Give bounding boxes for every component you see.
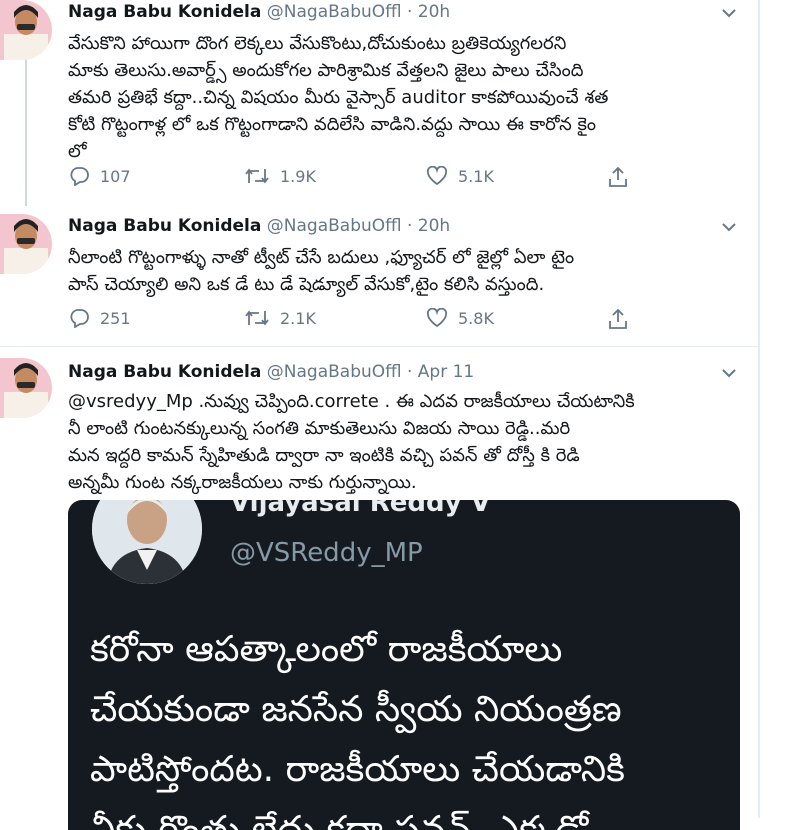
reply-icon (68, 166, 90, 186)
author-handle[interactable]: @NagaBabuOffl (267, 362, 402, 382)
author-name[interactable]: Naga Babu Konidela (68, 216, 261, 236)
embedded-text-line: కరోనా ఆపత్కాలంలో రాజకీయాలు (90, 629, 563, 670)
tweet-actions: 251 2.1K 5.8K (68, 308, 648, 332)
retweet-count: 1.9K (280, 166, 316, 186)
author-name[interactable]: Naga Babu Konidela (68, 2, 261, 22)
separator-dot: · (406, 216, 413, 236)
retweet-icon (244, 166, 270, 186)
text-line: నీలాంటి గొట్టంగాళ్ళు నాతో ట్వీట్ చేసే బద… (68, 247, 575, 268)
chevron-down-icon[interactable] (722, 220, 736, 236)
text-line: తమరి ప్రతిభే కద్దా..చిన్న విషయం మీరు వైస… (68, 87, 609, 108)
tweet-actions: 107 1.9K 5.1K (68, 166, 648, 190)
timeline-border (758, 0, 760, 818)
retweet-button[interactable]: 2.1K (244, 308, 316, 328)
text-line: వేసుకొని హాయిగా దొంగ లెక్కలు వేసుకొంటు,ద… (68, 33, 567, 54)
text-line: మన ఇద్దరి కామన్ స్నేహితుడి ద్వారా నా ఇంట… (68, 445, 580, 466)
tweet-header: Naga Babu Konidela @NagaBabuOffl · Apr 1… (68, 362, 474, 382)
tweet-time[interactable]: 20h (418, 216, 450, 236)
author-handle[interactable]: @NagaBabuOffl (267, 216, 402, 236)
reply-button[interactable]: 107 (68, 166, 131, 186)
like-count: 5.8K (458, 308, 494, 328)
text-line: మాకు తెలుసు.అవార్డ్స్ అందుకోగల పారిశ్రామ… (68, 60, 584, 81)
like-button[interactable]: 5.8K (426, 308, 494, 328)
thread-line (25, 60, 27, 206)
embedded-author-handle: @VSReddy_MP (230, 538, 423, 568)
tweet-text: వేసుకొని హాయిగా దొంగ లెక్కలు వేసుకొంటు,ద… (68, 30, 748, 165)
embedded-avatar (92, 500, 202, 584)
text-line: పాస్ చెయ్యాలి అని ఒక డే టు డే షెడ్యూల్ వ… (68, 274, 545, 295)
like-icon (426, 308, 448, 328)
chevron-down-icon[interactable] (722, 6, 736, 22)
like-count: 5.1K (458, 166, 494, 186)
tweet-header: Naga Babu Konidela @NagaBabuOffl · 20h (68, 2, 450, 22)
separator-dot: · (406, 2, 413, 22)
avatar[interactable] (0, 358, 52, 418)
author-handle[interactable]: @NagaBabuOffl (267, 2, 402, 22)
reply-icon (68, 308, 90, 328)
share-button[interactable] (608, 308, 628, 330)
like-button[interactable]: 5.1K (426, 166, 494, 186)
tweet-2[interactable]: Naga Babu Konidela @NagaBabuOffl · 20h న… (0, 214, 760, 344)
tweet-text: @vsredyy_Mp .నువ్వు చెప్పింది.correte . … (68, 388, 748, 496)
retweet-count: 2.1K (280, 308, 316, 328)
embedded-text-line: చేయకుండా జనసేన స్వీయ నియంత్రణ (90, 689, 622, 730)
embedded-tweet-image[interactable]: Vijayasai Reddy V @VSReddy_MP కరోనా ఆపత్… (68, 500, 740, 830)
reply-button[interactable]: 251 (68, 308, 131, 328)
text-line: కోటి గొట్టంగాళ్ల లో ఒక గొట్టంగాడాని వదిల… (68, 114, 597, 135)
tweet-time[interactable]: Apr 11 (418, 362, 474, 382)
share-icon (608, 166, 628, 188)
avatar[interactable] (0, 214, 52, 274)
embedded-text-line: పాటిస్తోందట. రాజకీయాలు చేయడానికి (90, 749, 625, 790)
tweet-time[interactable]: 20h (418, 2, 450, 22)
chevron-down-icon[interactable] (722, 366, 736, 382)
text-line: అన్నమీ గుంట నక్కరాజకీయలు నాకు గుర్తున్నా… (68, 472, 417, 493)
reply-count: 107 (100, 166, 131, 186)
text-line: లో (68, 141, 87, 162)
author-name[interactable]: Naga Babu Konidela (68, 362, 261, 382)
separator-dot: · (406, 362, 413, 382)
retweet-icon (244, 308, 270, 328)
embedded-tweet-text: కరోనా ఆపత్కాలంలో రాజకీయాలు చేయకుండా జనసే… (90, 620, 740, 830)
embedded-text-line: నీకు గొంతు లేదు కదా పవన్. ఎక్కడో (90, 809, 589, 830)
tweet-divider (0, 346, 760, 347)
text-line: నీ లాంటి గుంటనక్కులున్న సంగతి మాకుతెలుసు… (68, 418, 571, 439)
text-line: @vsredyy_Mp .నువ్వు చెప్పింది.correte . … (68, 391, 635, 412)
like-icon (426, 166, 448, 186)
tweet-1[interactable]: Naga Babu Konidela @NagaBabuOffl · 20h వ… (0, 0, 760, 206)
embedded-author-name: Vijayasai Reddy V (230, 500, 491, 518)
reply-count: 251 (100, 308, 131, 328)
avatar[interactable] (0, 0, 52, 60)
tweet-text: నీలాంటి గొట్టంగాళ్ళు నాతో ట్వీట్ చేసే బద… (68, 244, 748, 298)
tweet-header: Naga Babu Konidela @NagaBabuOffl · 20h (68, 216, 450, 236)
retweet-button[interactable]: 1.9K (244, 166, 316, 186)
share-button[interactable] (608, 166, 628, 188)
share-icon (608, 308, 628, 330)
